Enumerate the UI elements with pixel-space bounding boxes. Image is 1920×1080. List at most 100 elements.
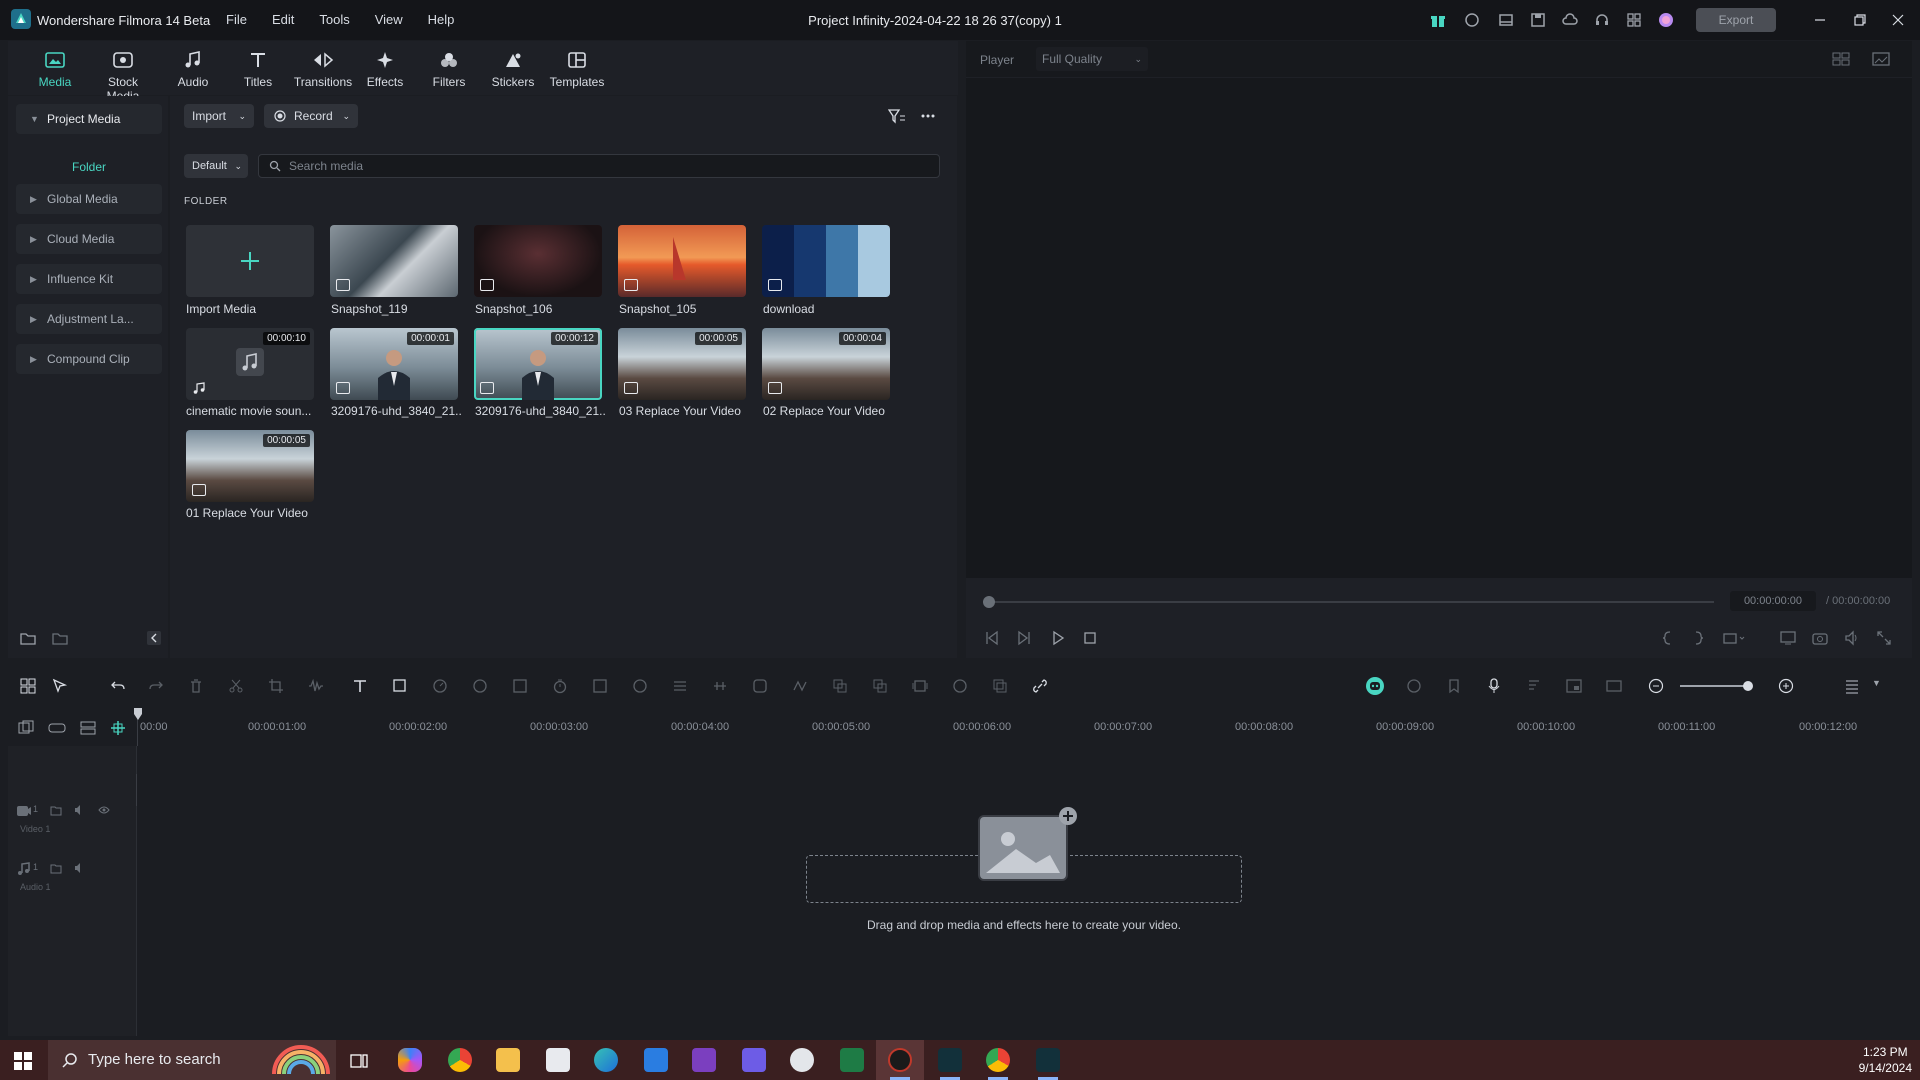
tab-effects[interactable]: Effects	[353, 49, 417, 89]
delete-icon[interactable]	[188, 678, 204, 694]
export-button[interactable]: Export	[1696, 8, 1776, 32]
timer-icon[interactable]	[552, 678, 568, 694]
tab-filters[interactable]: Filters	[417, 49, 481, 89]
sidebar-item-global-media[interactable]: ▶ Global Media	[16, 184, 162, 214]
zoom-in-icon[interactable]	[1778, 678, 1794, 694]
sidebar-item-cloud-media[interactable]: ▶ Cloud Media	[16, 224, 162, 254]
volume-icon[interactable]	[1844, 630, 1860, 646]
app-icon[interactable]	[644, 1048, 668, 1072]
preview-screen[interactable]	[966, 78, 1912, 578]
progress-track[interactable]	[986, 601, 1714, 603]
eye-icon[interactable]	[98, 804, 110, 816]
text-tool-icon[interactable]	[352, 678, 368, 694]
more-options-icon[interactable]	[920, 110, 936, 122]
record-circle-icon[interactable]	[1464, 12, 1480, 28]
app-icon[interactable]	[790, 1048, 814, 1072]
split-icon[interactable]	[712, 678, 728, 694]
stop-icon[interactable]	[1082, 630, 1098, 646]
layout-grid-icon[interactable]	[20, 678, 36, 694]
caption-icon[interactable]	[1606, 678, 1622, 694]
track-settings-icon[interactable]	[80, 720, 96, 736]
link-icon[interactable]	[1032, 678, 1048, 694]
add-plus-icon[interactable]	[1058, 806, 1078, 826]
filter-sort-icon[interactable]	[888, 108, 906, 124]
tab-stickers[interactable]: Stickers	[481, 49, 545, 89]
snap-icon[interactable]	[110, 720, 126, 736]
media-item-thumbnail[interactable]: 00:00:05	[618, 328, 746, 400]
ai-tool-icon[interactable]	[512, 678, 528, 694]
zoom-out-icon[interactable]	[1648, 678, 1664, 694]
task-view-icon[interactable]	[350, 1052, 368, 1070]
chrome-icon[interactable]	[448, 1048, 472, 1072]
avatar[interactable]	[1658, 12, 1674, 28]
pip-icon[interactable]	[1566, 678, 1582, 694]
minimize-icon[interactable]	[1812, 12, 1828, 28]
new-folder-icon[interactable]	[20, 630, 36, 646]
save-icon[interactable]	[1530, 12, 1546, 28]
playhead-knob[interactable]	[983, 596, 995, 608]
speed-icon[interactable]	[432, 678, 448, 694]
folder-icon[interactable]	[50, 804, 62, 816]
undo-icon[interactable]	[110, 678, 126, 694]
folder-icon[interactable]	[50, 862, 62, 874]
excel-icon[interactable]	[840, 1048, 864, 1072]
record-dropdown[interactable]: Record ⌄	[264, 104, 358, 128]
media-item-thumbnail[interactable]	[618, 225, 746, 297]
shape-icon[interactable]	[392, 678, 408, 694]
collapse-panel-icon[interactable]	[146, 630, 162, 646]
grid-view-icon[interactable]	[1832, 51, 1850, 67]
fullscreen-icon[interactable]	[1876, 630, 1892, 646]
sort-dropdown[interactable]: Default ⌄	[184, 154, 248, 178]
select-pointer-icon[interactable]	[52, 678, 68, 694]
store-icon[interactable]	[546, 1048, 570, 1072]
chevron-down-icon[interactable]: ▼	[1872, 678, 1881, 688]
sidebar-item-adjustment-layer[interactable]: ▶ Adjustment La...	[16, 304, 162, 334]
tab-templates[interactable]: Templates	[545, 49, 609, 89]
media-item-thumbnail[interactable]: 00:00:05	[186, 430, 314, 502]
ai-assistant-icon[interactable]	[1365, 676, 1385, 696]
taskbar-clock[interactable]: 1:23 PM 9/14/2024	[1859, 1044, 1912, 1076]
headset-icon[interactable]	[1594, 12, 1610, 28]
zoom-slider-track[interactable]	[1680, 685, 1752, 687]
playhead-marker[interactable]	[134, 708, 142, 720]
copilot-icon[interactable]	[398, 1048, 422, 1072]
marker-icon[interactable]	[1446, 678, 1462, 694]
edge-icon[interactable]	[594, 1048, 618, 1072]
next-frame-icon[interactable]	[1016, 630, 1032, 646]
redo-icon[interactable]	[148, 678, 164, 694]
import-media-tile[interactable]	[186, 225, 314, 297]
crop-icon[interactable]	[268, 678, 284, 694]
media-item-thumbnail[interactable]: 00:00:10	[186, 328, 314, 400]
apps-grid-icon[interactable]	[1626, 12, 1642, 28]
filmora-icon[interactable]	[1036, 1048, 1060, 1072]
sidebar-item-compound-clip[interactable]: ▶ Compound Clip	[16, 344, 162, 374]
color-icon[interactable]	[472, 678, 488, 694]
microphone-icon[interactable]	[1486, 678, 1502, 694]
auto-reframe-icon[interactable]	[592, 678, 608, 694]
tab-media[interactable]: Media	[23, 49, 87, 89]
media-item-thumbnail[interactable]: 00:00:01	[330, 328, 458, 400]
close-icon[interactable]	[1890, 12, 1906, 28]
volume-icon[interactable]	[74, 862, 86, 874]
app-icon[interactable]	[742, 1048, 766, 1072]
media-item-thumbnail[interactable]	[330, 225, 458, 297]
audio-wave-icon[interactable]	[308, 678, 324, 694]
mark-in-icon[interactable]	[1660, 630, 1674, 646]
tab-titles[interactable]: Titles	[226, 49, 290, 89]
snapshot-image-icon[interactable]	[1872, 51, 1890, 67]
gift-icon[interactable]	[1430, 12, 1446, 28]
add-track-icon[interactable]	[18, 720, 34, 736]
export-frame-icon[interactable]	[1722, 630, 1746, 646]
import-dropdown[interactable]: Import ⌄	[184, 104, 254, 128]
search-input[interactable]: Search media	[258, 154, 940, 178]
media-item-thumbnail[interactable]	[474, 225, 602, 297]
sidebar-item-folder[interactable]: Folder	[16, 152, 162, 182]
freeze-icon[interactable]	[752, 678, 768, 694]
tab-audio[interactable]: Audio	[161, 49, 225, 89]
overlay-icon[interactable]	[992, 678, 1008, 694]
media-item-thumbnail[interactable]: 00:00:12	[474, 328, 602, 400]
previous-frame-icon[interactable]	[984, 630, 1000, 646]
folder-icon[interactable]	[52, 630, 68, 646]
file-explorer-icon[interactable]	[496, 1048, 520, 1072]
obs-icon[interactable]	[888, 1048, 912, 1072]
